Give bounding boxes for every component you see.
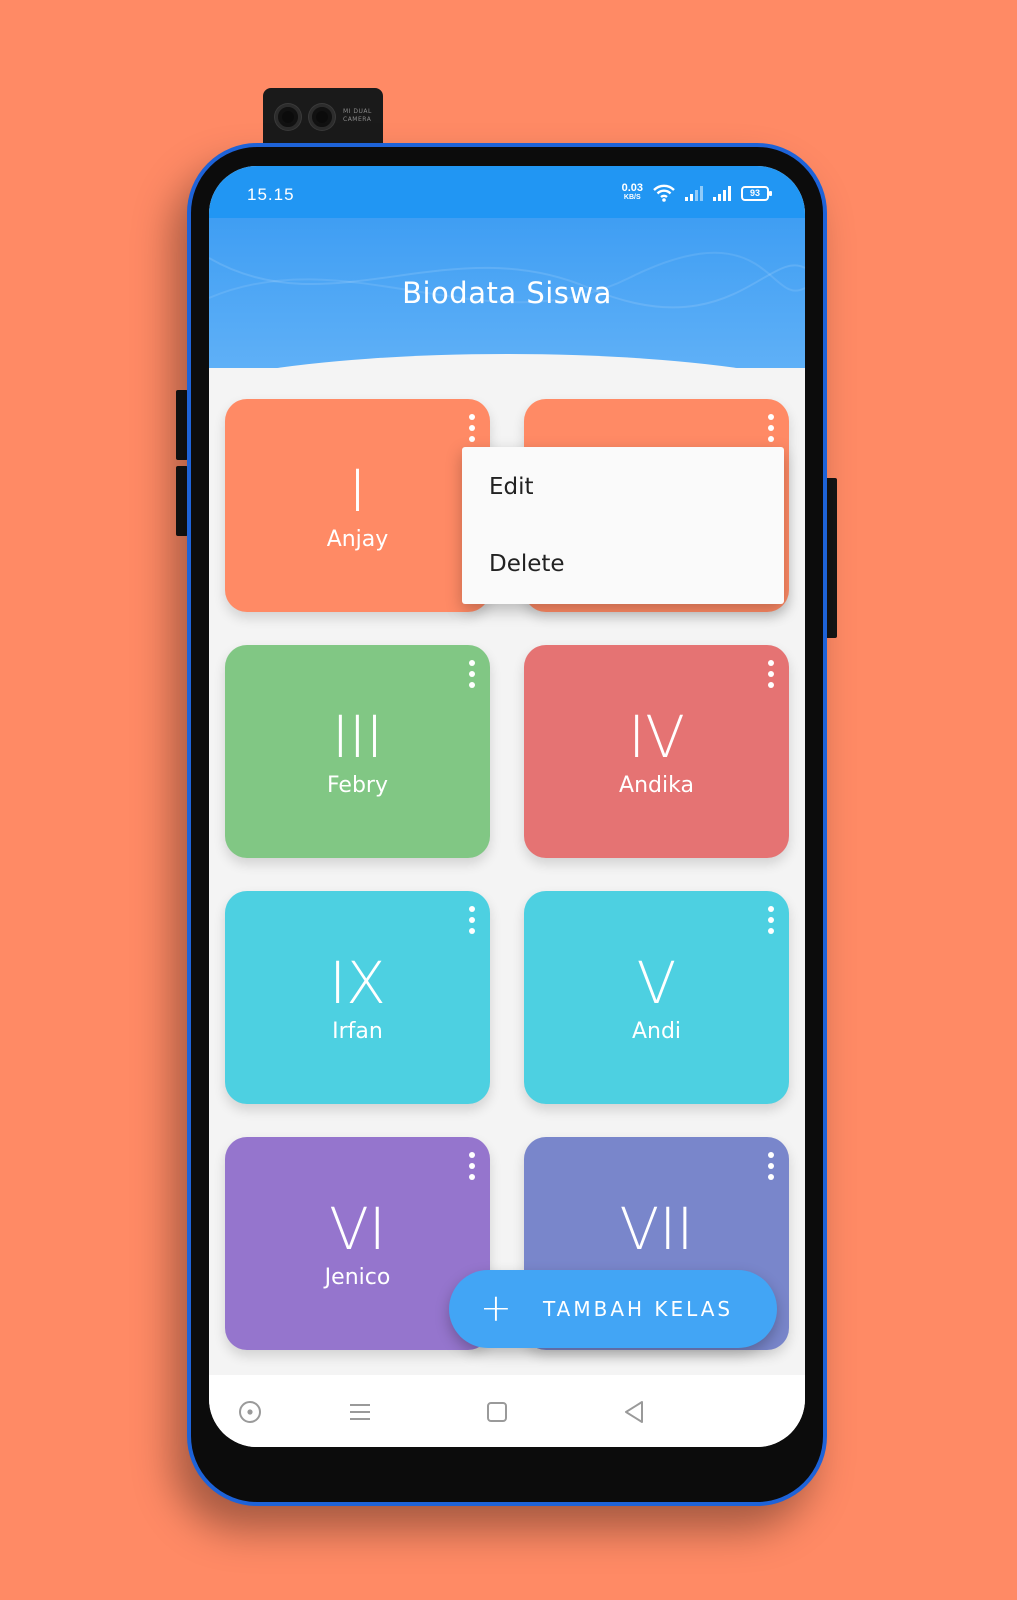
class-card[interactable]: IX Irfan [225, 891, 490, 1104]
class-numeral: III [331, 703, 384, 771]
add-class-label: TAMBAH KELAS [543, 1297, 734, 1321]
class-numeral: VII [619, 1195, 694, 1263]
more-vert-icon[interactable] [466, 413, 478, 443]
network-speed-unit: KB/S [623, 194, 641, 201]
phone-screen: 15.15 0.03 KB/S 93 Biodata Siswa I Anjay… [209, 166, 805, 1447]
class-numeral: VI [329, 1195, 386, 1263]
recents-icon[interactable] [347, 1399, 373, 1425]
class-numeral: IX [329, 949, 386, 1017]
camera-label: MI DUAL CAMERA [343, 108, 372, 123]
class-name: Irfan [332, 1019, 383, 1044]
class-card[interactable]: III Febry [225, 645, 490, 858]
more-vert-icon[interactable] [466, 1151, 478, 1181]
more-vert-icon[interactable] [765, 659, 777, 689]
class-card[interactable]: IV Andika [524, 645, 789, 858]
class-card[interactable]: I Anjay [225, 399, 490, 612]
add-class-button[interactable]: + TAMBAH KELAS [449, 1270, 777, 1348]
signal-icon [685, 185, 703, 201]
more-vert-icon[interactable] [765, 413, 777, 443]
camera-lens-icon [309, 104, 335, 130]
class-name: Andika [619, 773, 694, 798]
class-numeral: I [348, 457, 367, 525]
class-card[interactable]: V Andi [524, 891, 789, 1104]
navigation-bar [209, 1375, 805, 1447]
status-icons: 0.03 KB/S 93 [621, 182, 772, 202]
network-speed-value: 0.03 [621, 182, 643, 194]
signal-icon [713, 185, 731, 201]
status-bar: 15.15 0.03 KB/S 93 [209, 166, 805, 218]
assistant-icon[interactable] [237, 1399, 263, 1425]
more-vert-icon[interactable] [466, 659, 478, 689]
wifi-icon [653, 184, 675, 202]
more-vert-icon[interactable] [466, 905, 478, 935]
page-title: Biodata Siswa [402, 276, 612, 310]
plus-icon: + [480, 1286, 512, 1330]
status-time: 15.15 [247, 185, 295, 204]
context-menu: Edit Delete [462, 447, 784, 604]
camera-lens-icon [275, 104, 301, 130]
app-bar: Biodata Siswa [209, 218, 805, 368]
menu-item-edit[interactable]: Edit [489, 474, 534, 500]
class-name: Anjay [326, 527, 389, 552]
class-name: Andi [631, 1019, 682, 1044]
home-icon[interactable] [484, 1399, 510, 1425]
back-icon[interactable] [621, 1399, 647, 1425]
more-vert-icon[interactable] [765, 905, 777, 935]
class-numeral: IV [628, 703, 685, 771]
menu-item-delete[interactable]: Delete [489, 551, 565, 577]
battery-icon: 93 [741, 185, 772, 201]
class-name: Febry [326, 773, 388, 798]
more-vert-icon[interactable] [765, 1151, 777, 1181]
class-name: Jenico [324, 1265, 391, 1290]
network-speed: 0.03 KB/S [621, 182, 643, 202]
class-numeral: V [636, 949, 677, 1017]
